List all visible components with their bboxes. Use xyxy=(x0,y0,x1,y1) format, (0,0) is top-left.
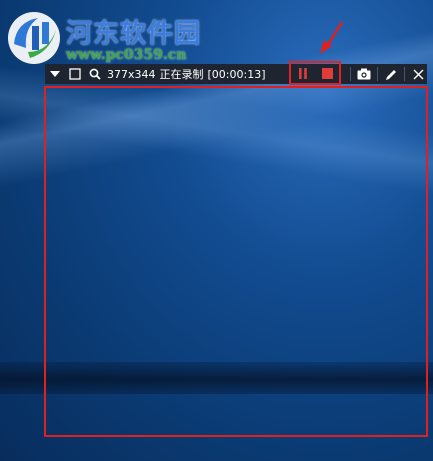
close-icon xyxy=(413,69,423,79)
toolbar-separator xyxy=(350,67,351,81)
capture-dimensions: 377x344 xyxy=(107,67,156,81)
camera-icon xyxy=(357,68,371,80)
zoom-button[interactable] xyxy=(85,64,105,84)
capture-region-frame[interactable] xyxy=(44,86,428,437)
recording-status: 正在录制 xyxy=(159,68,204,81)
stop-icon xyxy=(321,67,333,79)
watermark-url: www.pc0359.cn xyxy=(66,47,187,63)
watermark-logo-icon xyxy=(8,12,60,64)
recorder-toolbar: 377x344 正在录制 [00:00:13] xyxy=(45,61,428,85)
pause-icon xyxy=(299,67,307,79)
stop-button[interactable] xyxy=(318,63,336,83)
search-icon xyxy=(89,68,101,80)
window-icon xyxy=(69,68,81,80)
toolbar-separator xyxy=(404,67,405,81)
dropdown-arrow-icon xyxy=(50,71,60,77)
dropdown-button[interactable] xyxy=(45,64,65,84)
recording-timer: [00:00:13] xyxy=(207,67,266,81)
annotate-button[interactable] xyxy=(381,64,401,84)
recording-controls-highlight xyxy=(289,61,341,85)
close-button[interactable] xyxy=(408,64,428,84)
screenshot-button[interactable] xyxy=(354,64,374,84)
annotation-arrow-icon xyxy=(320,21,344,54)
window-mode-button[interactable] xyxy=(65,64,85,84)
pause-button[interactable] xyxy=(294,63,312,83)
watermark-title: 河东软件园 xyxy=(66,19,202,49)
pencil-icon xyxy=(385,69,396,80)
toolbar-separator xyxy=(377,67,378,81)
